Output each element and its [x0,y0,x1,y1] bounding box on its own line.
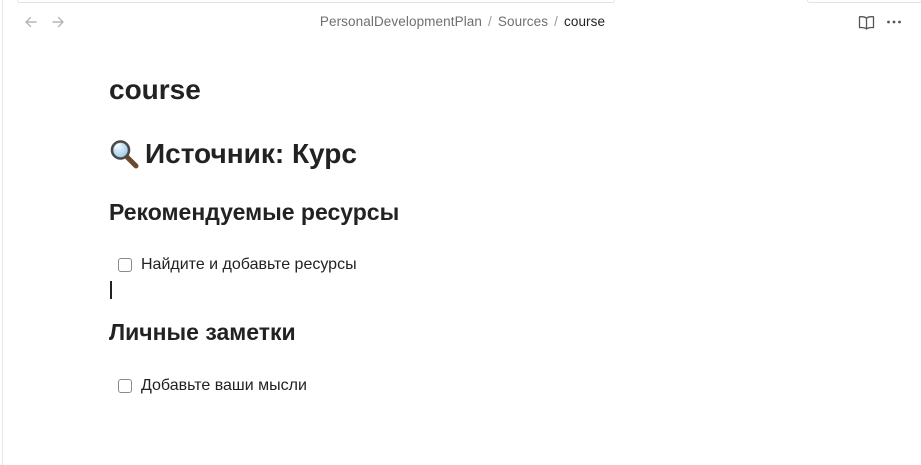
breadcrumb-item-folder[interactable]: Sources [498,14,548,29]
task-item: Найдите и добавьте ресурсы [118,256,357,274]
breadcrumb-item-current[interactable]: course [564,14,605,29]
task-checkbox[interactable] [118,258,132,272]
heading-source: Источник: Курс [109,138,357,170]
task-checkbox[interactable] [118,379,132,393]
magnifying-glass-icon [110,140,139,169]
editor-pane: PersonalDevelopmentPlan / Sources / course [2,0,921,465]
book-open-icon [858,15,874,30]
breadcrumb-separator: / [488,14,492,29]
breadcrumb-item-vault[interactable]: PersonalDevelopmentPlan [320,14,482,29]
more-options-icon [887,20,901,24]
heading-personal-notes: Личные заметки [109,319,296,345]
more-options-button[interactable] [884,12,904,32]
task-label: Найдите и добавьте ресурсы [141,256,357,273]
text-cursor [110,281,112,299]
note-title[interactable]: course [109,74,201,106]
view-header: PersonalDevelopmentPlan / Sources / course [3,0,921,44]
reading-view-button[interactable] [856,12,876,32]
task-item: Добавьте ваши мысли [118,377,307,395]
breadcrumb: PersonalDevelopmentPlan / Sources / course [3,14,921,29]
task-label: Добавьте ваши мысли [141,377,307,394]
heading-recommended-resources: Рекомендуемые ресурсы [109,199,400,225]
breadcrumb-separator: / [554,14,558,29]
heading-source-text: Источник: Курс [145,138,357,169]
